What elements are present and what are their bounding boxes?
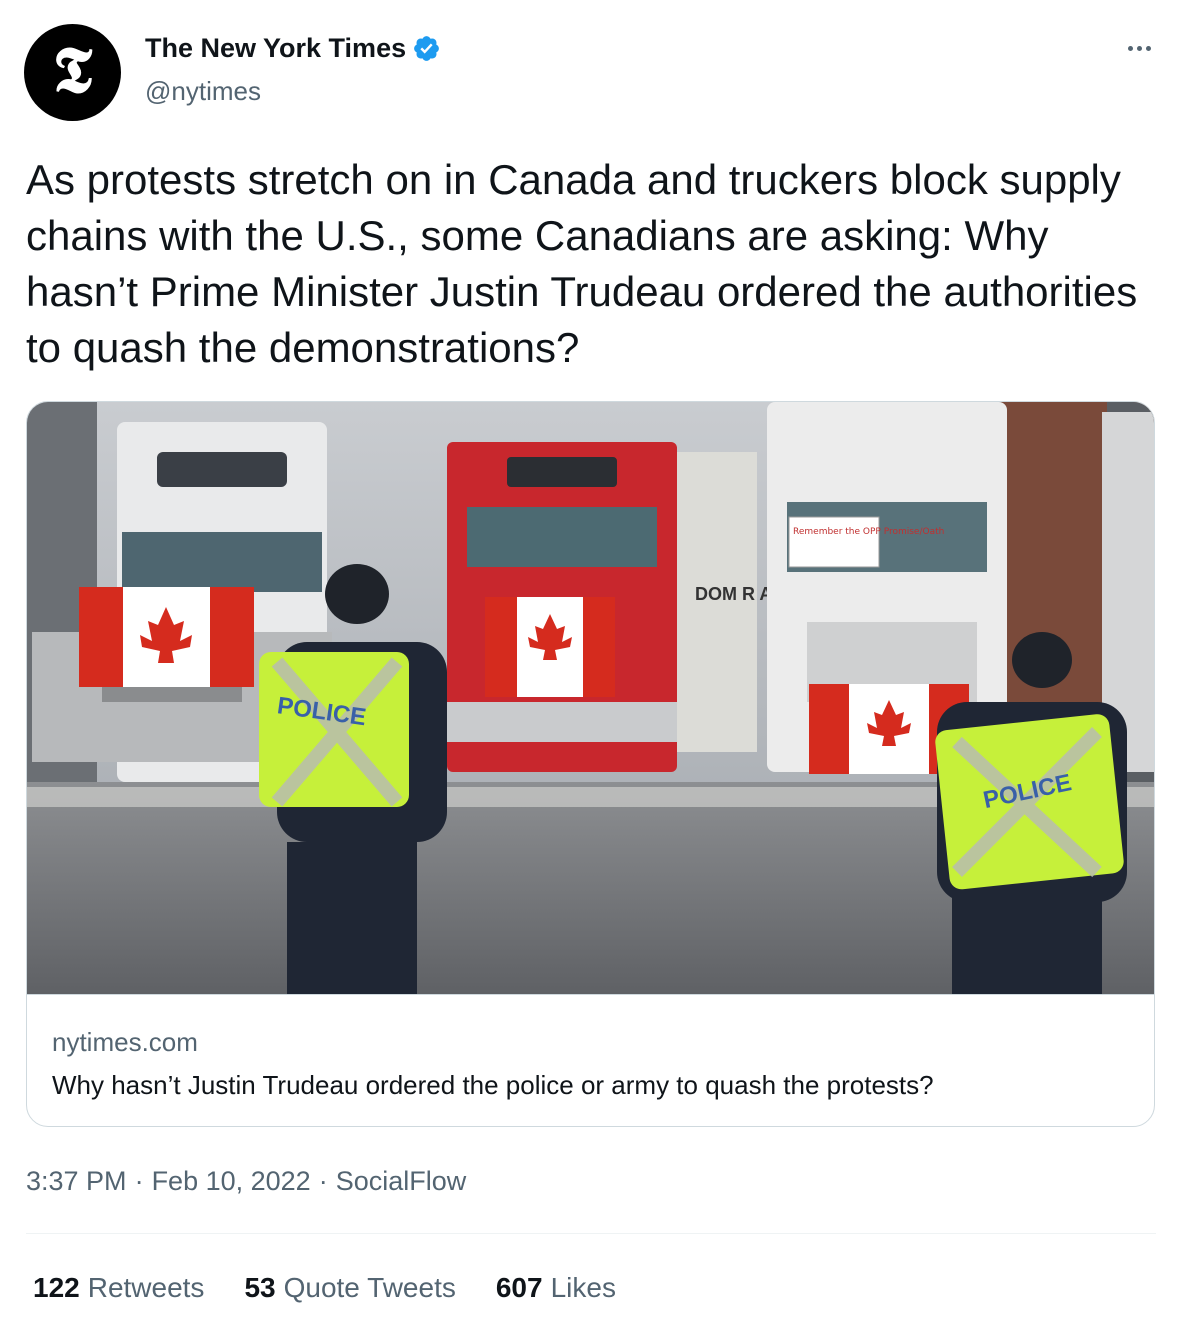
meta-separator: · [134, 1166, 144, 1196]
card-title: Why hasn’t Justin Trudeau ordered the po… [52, 1070, 934, 1100]
protest-trucks-photo: DOM R AR ATES Remember the OPP Promise/O… [27, 402, 1154, 994]
nyt-logo-icon: 𝕿 [52, 32, 93, 108]
more-dot [1136, 45, 1142, 51]
card-domain: nytimes.com [52, 1027, 198, 1057]
meta-separator: · [318, 1166, 328, 1196]
truck-window-sign: Remember the OPP Promise/Oath [793, 527, 944, 537]
tweet-meta: 3:37 PM · Feb 10, 2022 · SocialFlow [26, 1166, 466, 1197]
author-avatar[interactable]: 𝕿 [24, 24, 121, 121]
author-name-row: The New York Times [145, 33, 441, 64]
retweets-stat[interactable]: 122 Retweets [33, 1272, 204, 1304]
more-horizontal-icon [1127, 45, 1133, 51]
likes-stat[interactable]: 607 Likes [496, 1272, 616, 1304]
author-display-name[interactable]: The New York Times [145, 33, 406, 64]
quote-tweets-stat[interactable]: 53 Quote Tweets [244, 1272, 455, 1304]
more-options-button[interactable] [1118, 30, 1160, 66]
link-preview-card[interactable]: DOM R AR ATES Remember the OPP Promise/O… [26, 401, 1155, 1127]
retweets-label: Retweets [87, 1272, 205, 1303]
card-image: DOM R AR ATES Remember the OPP Promise/O… [27, 402, 1154, 994]
tweet-text: As protests stretch on in Canada and tru… [26, 156, 1138, 371]
likes-label: Likes [550, 1272, 616, 1303]
tweet-source[interactable]: SocialFlow [336, 1166, 467, 1197]
likes-count: 607 [495, 1272, 543, 1303]
author-handle[interactable]: @nytimes [145, 76, 261, 107]
quote-tweets-label: Quote Tweets [283, 1272, 456, 1303]
more-dot [1145, 45, 1151, 51]
engagement-stats: 122 Retweets 53 Quote Tweets 607 Likes [33, 1272, 616, 1304]
retweets-count: 122 [33, 1272, 80, 1303]
stats-top-divider [26, 1233, 1156, 1234]
card-divider [27, 994, 1154, 995]
verified-badge-icon [414, 36, 439, 61]
quote-tweets-count: 53 [244, 1272, 276, 1303]
tweet-time[interactable]: 3:37 PM [26, 1166, 127, 1197]
tweet-date[interactable]: Feb 10, 2022 [152, 1166, 311, 1197]
